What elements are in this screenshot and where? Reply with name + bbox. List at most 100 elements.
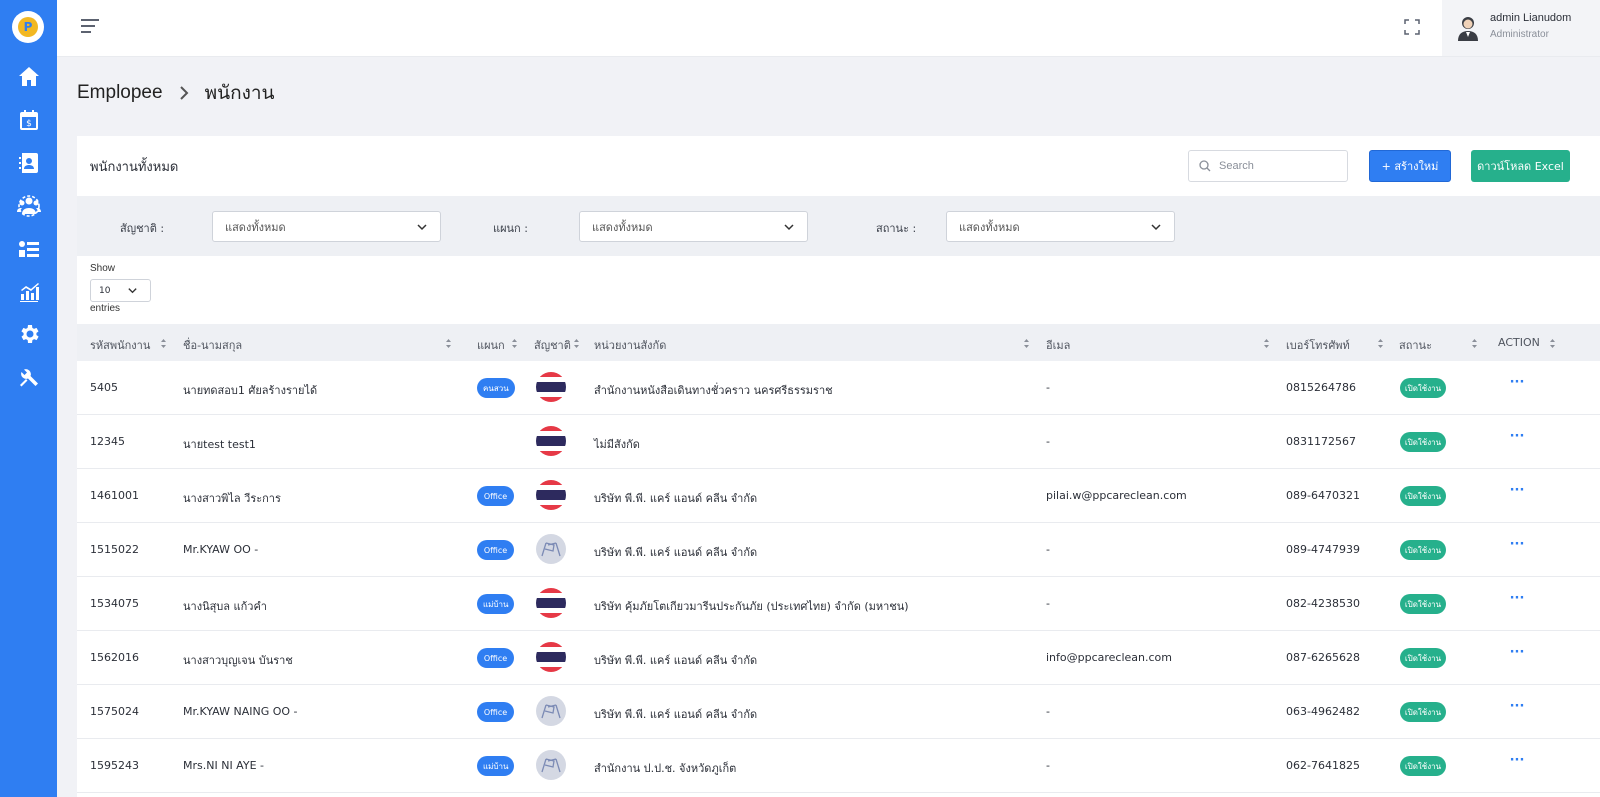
status-badge: เปิดใช้งาน bbox=[1400, 540, 1446, 560]
svg-text:$: $ bbox=[26, 119, 32, 129]
show-label: Show bbox=[90, 263, 116, 274]
department-badge: Office bbox=[477, 540, 514, 560]
employee-name: Mrs.NI NI AYE - bbox=[183, 759, 264, 772]
create-button[interactable]: + สร้างใหม่ bbox=[1369, 150, 1451, 182]
flags-icon bbox=[536, 534, 566, 564]
table-row: 12345 นายtest test1 ไม่มีสังกัด - 083117… bbox=[77, 415, 1600, 469]
user-name: admin Lianudom bbox=[1490, 12, 1572, 24]
download-excel-button[interactable]: ดาวน์โหลด Excel bbox=[1471, 150, 1570, 182]
column-header-id[interactable]: รหัสพนักงาน bbox=[90, 336, 150, 354]
employee-name: Mr.KYAW OO - bbox=[183, 543, 259, 556]
menu-toggle-icon[interactable] bbox=[81, 19, 99, 35]
app-logo[interactable]: P bbox=[12, 11, 44, 43]
page-size-value: 10 bbox=[99, 285, 111, 296]
column-header-phone[interactable]: เบอร์โทรศัพท์ bbox=[1286, 336, 1350, 354]
nationality-filter-value: แสดงทั้งหมด bbox=[225, 220, 286, 234]
sort-icon[interactable] bbox=[1471, 338, 1478, 349]
row-actions-menu[interactable]: ··· bbox=[1507, 753, 1527, 773]
status-badge: เปิดใช้งาน bbox=[1400, 648, 1446, 668]
sidebar: P $ bbox=[0, 0, 57, 797]
row-actions-menu[interactable]: ··· bbox=[1507, 375, 1527, 395]
calendar-money-icon[interactable]: $ bbox=[16, 107, 41, 132]
chevron-down-icon bbox=[784, 224, 794, 231]
employee-phone: 0831172567 bbox=[1286, 435, 1356, 448]
employee-id: 1575024 bbox=[90, 705, 139, 718]
chevron-down-icon bbox=[417, 224, 427, 231]
employee-email: - bbox=[1046, 543, 1050, 556]
row-actions-menu[interactable]: ··· bbox=[1507, 429, 1527, 449]
employee-name: Mr.KYAW NAING OO - bbox=[183, 705, 298, 718]
topbar: admin Lianudom Administrator bbox=[57, 0, 1600, 57]
employees-group-icon[interactable] bbox=[16, 193, 41, 218]
nationality-filter-select[interactable]: แสดงทั้งหมด bbox=[212, 211, 441, 242]
employee-unit: บริษัท พี.พี. แคร์ แอนด์ คลีน จำกัด bbox=[594, 708, 758, 721]
flags-icon bbox=[536, 750, 566, 780]
chevron-down-icon bbox=[1151, 224, 1161, 231]
chevron-right-icon bbox=[179, 86, 188, 100]
department-badge: Office bbox=[477, 702, 514, 722]
breadcrumb-current: พนักงาน bbox=[204, 83, 275, 104]
sort-icon[interactable] bbox=[160, 338, 167, 349]
status-filter-select[interactable]: แสดงทั้งหมด bbox=[946, 211, 1175, 242]
employee-id: 1515022 bbox=[90, 543, 139, 556]
employee-unit: บริษัท พี.พี. แคร์ แอนด์ คลีน จำกัด bbox=[594, 492, 758, 505]
breadcrumb: Emplopee พนักงาน bbox=[77, 78, 275, 108]
chart-icon[interactable] bbox=[16, 279, 41, 304]
department-badge: แม่บ้าน bbox=[477, 594, 515, 614]
employee-id: 1562016 bbox=[90, 651, 139, 664]
sort-icon[interactable] bbox=[511, 338, 518, 349]
column-header-status[interactable]: สถานะ bbox=[1399, 336, 1432, 354]
column-header-nationality[interactable]: สัญชาติ bbox=[534, 336, 571, 354]
employee-unit: บริษัท คุ้มภัยโตเกียวมารีนประกันภัย (ประ… bbox=[594, 600, 909, 613]
sort-icon[interactable] bbox=[1377, 338, 1384, 349]
list-icon[interactable] bbox=[16, 236, 41, 261]
status-badge: เปิดใช้งาน bbox=[1400, 432, 1446, 452]
employee-email: - bbox=[1046, 435, 1050, 448]
employee-email: - bbox=[1046, 381, 1050, 394]
row-actions-menu[interactable]: ··· bbox=[1507, 699, 1527, 719]
sort-icon[interactable] bbox=[1549, 338, 1556, 349]
column-header-action: ACTION bbox=[1498, 336, 1540, 349]
column-header-department[interactable]: แผนก bbox=[477, 336, 505, 354]
table-row: 1595243 Mrs.NI NI AYE - แม่บ้าน สำนักงาน… bbox=[77, 739, 1600, 793]
employee-email: - bbox=[1046, 597, 1050, 610]
column-header-unit[interactable]: หน่วยงานสังกัด bbox=[594, 336, 666, 354]
sort-icon[interactable] bbox=[1263, 338, 1270, 349]
employee-phone: 0815264786 bbox=[1286, 381, 1356, 394]
table-row: 1575024 Mr.KYAW NAING OO - Office บริษัท… bbox=[77, 685, 1600, 739]
table-row: 1562016 นางสาวบุญเจน บันราช Office บริษั… bbox=[77, 631, 1600, 685]
settings-icon[interactable] bbox=[16, 321, 41, 346]
employee-name: นางสาวพิไล วีระการ bbox=[183, 492, 281, 505]
column-header-name[interactable]: ชื่อ-นามสกุล bbox=[183, 336, 242, 354]
employee-name: นางสาวบุญเจน บันราช bbox=[183, 654, 293, 667]
page-size-select[interactable]: 10 bbox=[90, 279, 151, 302]
department-badge: Office bbox=[477, 648, 514, 668]
row-actions-menu[interactable]: ··· bbox=[1507, 591, 1527, 611]
sort-icon[interactable] bbox=[1023, 338, 1030, 349]
sort-icon[interactable] bbox=[573, 338, 580, 349]
home-icon[interactable] bbox=[16, 64, 41, 89]
employee-phone: 089-6470321 bbox=[1286, 489, 1360, 502]
user-menu[interactable]: admin Lianudom Administrator bbox=[1442, 0, 1600, 56]
sort-icon[interactable] bbox=[445, 338, 452, 349]
department-filter-select[interactable]: แสดงทั้งหมด bbox=[579, 211, 808, 242]
tools-icon[interactable] bbox=[16, 364, 41, 389]
contact-book-icon[interactable] bbox=[16, 150, 41, 175]
employee-unit: บริษัท พี.พี. แคร์ แอนด์ คลีน จำกัด bbox=[594, 546, 758, 559]
search-input[interactable] bbox=[1219, 160, 1329, 172]
breadcrumb-parent[interactable]: Emplopee bbox=[77, 82, 163, 104]
avatar bbox=[1458, 17, 1478, 41]
employee-id: 1461001 bbox=[90, 489, 139, 502]
row-actions-menu[interactable]: ··· bbox=[1507, 645, 1527, 665]
fullscreen-icon[interactable] bbox=[1404, 19, 1420, 35]
row-actions-menu[interactable]: ··· bbox=[1507, 483, 1527, 503]
department-badge: แม่บ้าน bbox=[477, 756, 515, 776]
thai-flag-icon bbox=[536, 642, 566, 672]
row-actions-menu[interactable]: ··· bbox=[1507, 537, 1527, 557]
status-filter-value: แสดงทั้งหมด bbox=[959, 220, 1020, 234]
column-header-email[interactable]: อีเมล bbox=[1046, 336, 1070, 354]
employee-phone: 063-4962482 bbox=[1286, 705, 1360, 718]
search-box[interactable] bbox=[1188, 150, 1348, 182]
thai-flag-icon bbox=[536, 372, 566, 402]
employee-phone: 062-7641825 bbox=[1286, 759, 1360, 772]
